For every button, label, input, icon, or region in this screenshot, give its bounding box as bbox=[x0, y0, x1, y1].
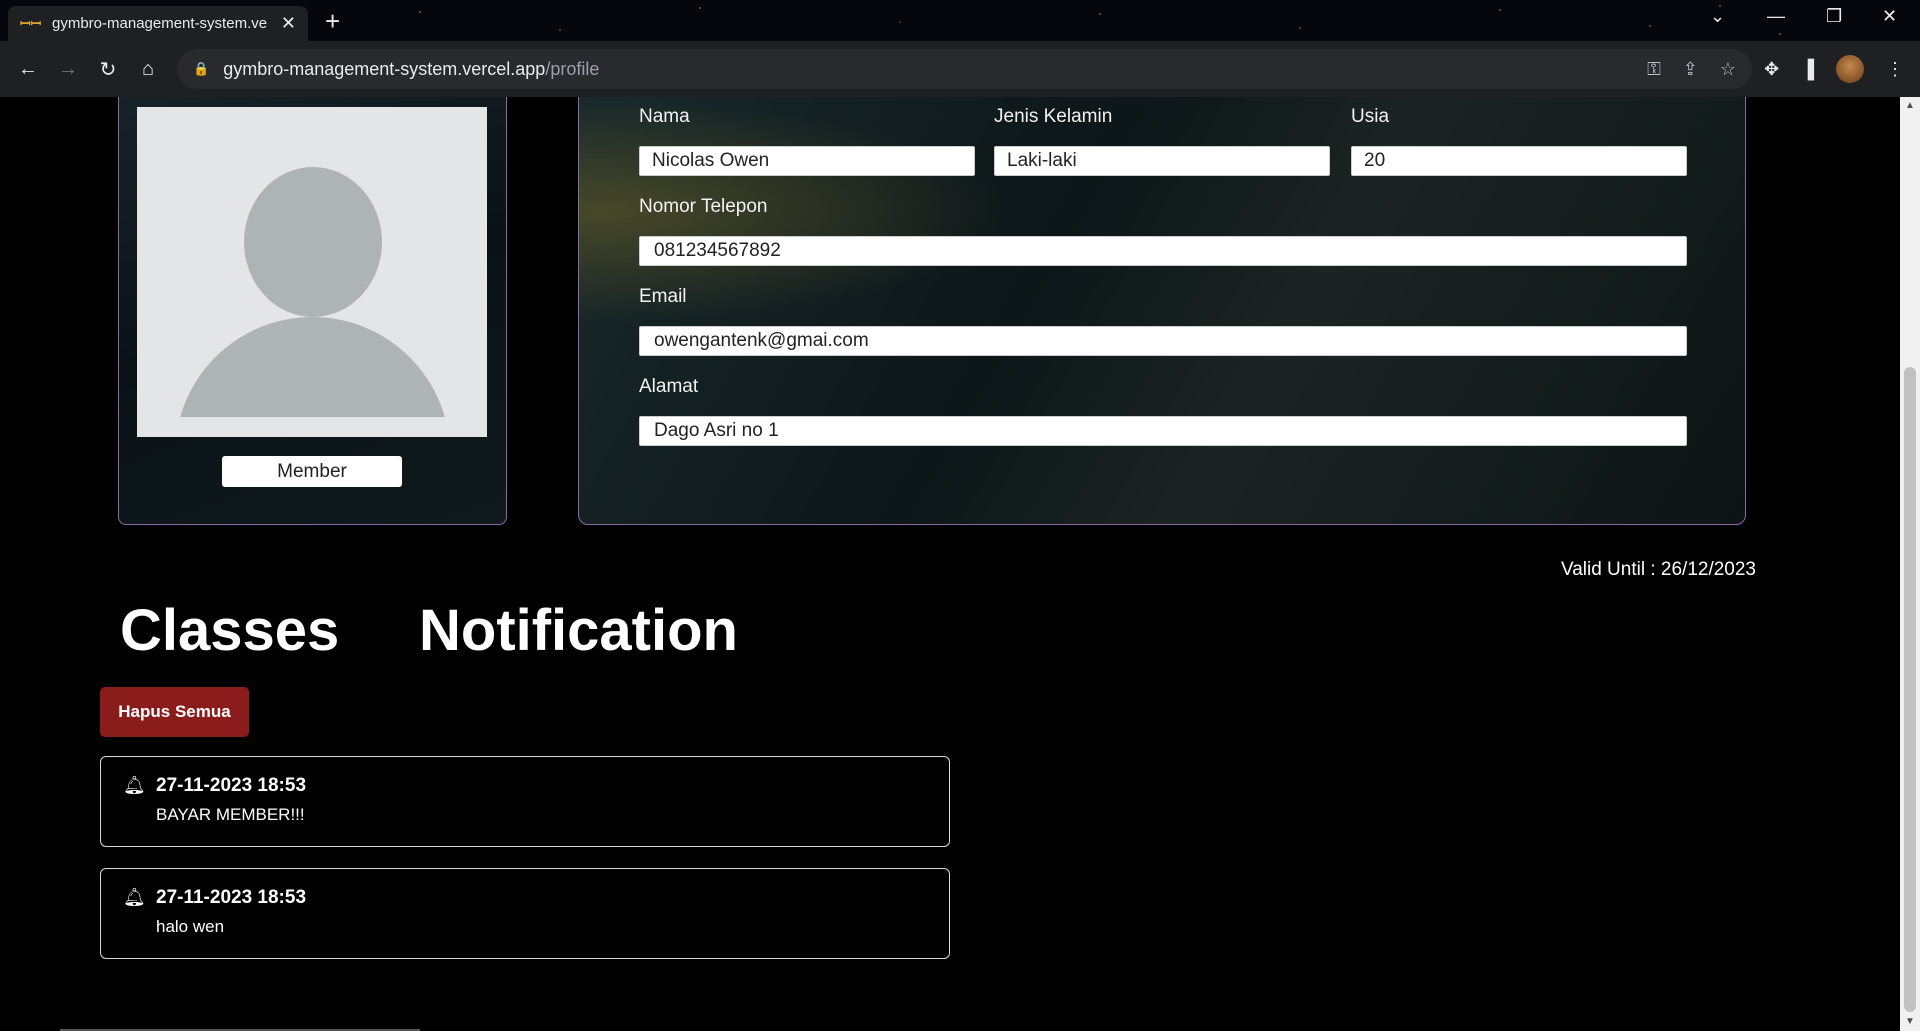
new-tab-icon[interactable]: + bbox=[325, 6, 340, 37]
menu-icon[interactable]: ⋮ bbox=[1886, 59, 1904, 80]
avatar-head-shape bbox=[244, 167, 382, 317]
telepon-label: Nomor Telepon bbox=[639, 196, 768, 217]
browser-toolbar: ← → ↻ ⌂ 🔒 gymbro-management-system.verce… bbox=[0, 41, 1920, 97]
forward-icon[interactable]: → bbox=[48, 58, 88, 81]
nama-label: Nama bbox=[639, 106, 690, 127]
browser-tabbar: ꟷꟷ gymbro-management-system.vercel.app ✕… bbox=[0, 0, 1920, 41]
notification-item: 🔔︎ 27-11-2023 18:53 halo wen bbox=[100, 868, 950, 959]
page-scrollbar[interactable]: ▲ ▼ bbox=[1900, 97, 1920, 1031]
telepon-field[interactable]: 081234567892 bbox=[639, 236, 1687, 266]
jenis-kelamin-field[interactable]: Laki-laki bbox=[994, 146, 1330, 176]
url-path: /profile bbox=[545, 58, 600, 79]
notification-message: halo wen bbox=[156, 917, 225, 936]
share-icon[interactable]: ⇪ bbox=[1683, 59, 1698, 80]
notification-message: BAYAR MEMBER!!! bbox=[156, 805, 305, 824]
key-icon[interactable]: ⚿ bbox=[1647, 59, 1661, 80]
tab-notification[interactable]: Notification bbox=[419, 597, 738, 664]
address-bar[interactable]: 🔒 gymbro-management-system.vercel.app /p… bbox=[177, 49, 1752, 89]
gym-favicon-icon: ꟷꟷ bbox=[20, 15, 42, 31]
scroll-up-icon[interactable]: ▲ bbox=[1900, 97, 1920, 115]
back-icon[interactable]: ← bbox=[8, 58, 48, 81]
alamat-field[interactable]: Dago Asri no 1 bbox=[639, 416, 1687, 446]
usia-label: Usia bbox=[1351, 106, 1390, 127]
valid-until-text: Valid Until : 26/12/2023 bbox=[1560, 559, 1756, 580]
scrollbar-thumb[interactable] bbox=[1904, 367, 1916, 1012]
extensions-icon[interactable]: ✥ bbox=[1764, 59, 1779, 80]
jenis-kelamin-label: Jenis Kelamin bbox=[994, 106, 1113, 127]
bell-icon: 🔔︎ bbox=[123, 775, 146, 795]
page-content: Member Nama Jenis Kelamin Usia Nicolas O… bbox=[0, 97, 1900, 1031]
profile-info-card: Nama Jenis Kelamin Usia Nicolas Owen Lak… bbox=[578, 97, 1746, 525]
tab-search-icon[interactable]: ⌄ bbox=[1710, 6, 1725, 27]
tab-classes[interactable]: Classes bbox=[120, 597, 339, 664]
scroll-down-icon[interactable]: ▼ bbox=[1900, 1013, 1920, 1031]
home-icon[interactable]: ⌂ bbox=[128, 58, 168, 81]
side-panel-icon[interactable]: ▐ bbox=[1801, 59, 1814, 80]
usia-field[interactable]: 20 bbox=[1351, 146, 1687, 176]
email-label: Email bbox=[639, 286, 687, 307]
clear-all-button[interactable]: Hapus Semua bbox=[100, 687, 249, 737]
close-tab-icon[interactable]: ✕ bbox=[281, 13, 296, 34]
profile-photo-card: Member bbox=[118, 97, 507, 525]
notification-time: 27-11-2023 18:53 bbox=[156, 775, 307, 796]
browser-tab[interactable]: ꟷꟷ gymbro-management-system.vercel.app ✕ bbox=[8, 6, 308, 41]
profile-avatar[interactable] bbox=[1836, 55, 1864, 83]
close-window-icon[interactable]: ✕ bbox=[1882, 6, 1897, 27]
email-field[interactable]: owengantenk@gmai.com bbox=[639, 326, 1687, 356]
bell-icon: 🔔︎ bbox=[123, 887, 146, 907]
notification-item: 🔔︎ 27-11-2023 18:53 BAYAR MEMBER!!! bbox=[100, 756, 950, 847]
tab-title: gymbro-management-system.vercel.app bbox=[52, 15, 267, 32]
nama-field[interactable]: Nicolas Owen bbox=[639, 146, 975, 176]
profile-photo bbox=[137, 107, 487, 437]
alamat-label: Alamat bbox=[639, 376, 699, 397]
minimize-icon[interactable]: — bbox=[1767, 6, 1785, 27]
lock-icon[interactable]: 🔒 bbox=[193, 61, 209, 77]
restore-icon[interactable]: ❐ bbox=[1826, 6, 1842, 27]
reload-icon[interactable]: ↻ bbox=[88, 57, 128, 82]
url-host: gymbro-management-system.vercel.app bbox=[223, 58, 546, 79]
notification-time: 27-11-2023 18:53 bbox=[156, 887, 307, 908]
role-badge: Member bbox=[222, 456, 402, 487]
star-icon[interactable]: ☆ bbox=[1720, 59, 1736, 80]
